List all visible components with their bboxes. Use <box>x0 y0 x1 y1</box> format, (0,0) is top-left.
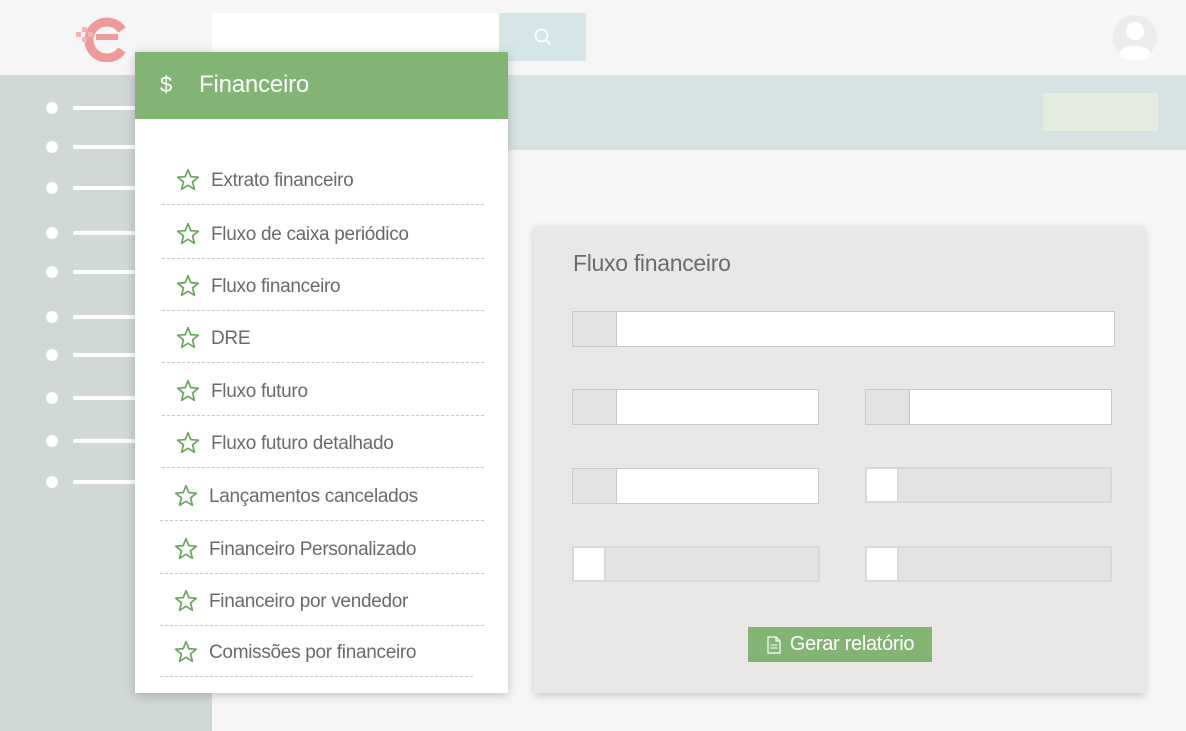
bullet-icon <box>46 141 58 153</box>
dollar-icon: $ <box>160 72 173 97</box>
logo-icon[interactable] <box>72 16 132 62</box>
report-field-2[interactable] <box>572 389 819 425</box>
star-icon[interactable] <box>173 483 199 509</box>
star-icon[interactable] <box>175 221 201 247</box>
star-icon[interactable] <box>175 430 201 456</box>
star-icon[interactable] <box>175 325 201 351</box>
sidebar-item[interactable] <box>46 434 153 447</box>
sidebar-item[interactable] <box>46 348 153 361</box>
bullet-icon <box>46 435 58 447</box>
menu-item-label: Financeiro por vendedor <box>209 591 409 612</box>
star-icon[interactable] <box>175 273 201 299</box>
report-select-1[interactable] <box>865 467 1112 503</box>
report-card <box>534 226 1145 693</box>
financeiro-menu: $ Financeiro Extrato financeiro Fluxo de… <box>135 52 508 693</box>
menu-item-label: Lançamentos cancelados <box>209 486 418 507</box>
star-icon[interactable] <box>173 588 199 614</box>
star-icon[interactable] <box>175 378 201 404</box>
star-icon[interactable] <box>175 167 201 193</box>
bullet-icon <box>46 102 58 114</box>
sidebar-item[interactable] <box>46 391 153 404</box>
menu-item-label: Comissões por financeiro <box>209 642 417 663</box>
report-field-4[interactable] <box>572 468 819 504</box>
sidebar-item[interactable] <box>46 226 153 239</box>
field-prefix <box>573 469 617 503</box>
report-field-1[interactable] <box>572 311 1115 347</box>
menu-item-lancamentos-cancelados[interactable]: Lançamentos cancelados <box>160 469 484 521</box>
user-avatar-icon[interactable] <box>1112 14 1158 60</box>
select-toggle[interactable] <box>867 548 899 580</box>
report-title: Fluxo financeiro <box>573 250 731 276</box>
menu-item-label: Fluxo futuro <box>211 381 308 402</box>
menu-item-fluxo-futuro[interactable]: Fluxo futuro <box>162 364 484 416</box>
menu-item-financeiro-por-vendedor[interactable]: Financeiro por vendedor <box>160 574 484 626</box>
report-select-2[interactable] <box>572 546 820 582</box>
star-icon[interactable] <box>173 536 199 562</box>
search-icon <box>534 28 551 46</box>
generate-report-label: Gerar relatório <box>789 633 915 655</box>
menu-item-label: Fluxo futuro detalhado <box>211 433 394 454</box>
document-icon <box>767 635 781 654</box>
menu-item-fluxo-futuro-detalhado[interactable]: Fluxo futuro detalhado <box>162 416 484 468</box>
sidebar-item[interactable] <box>46 475 153 488</box>
menu-item-extrato-financeiro[interactable]: Extrato financeiro <box>162 153 484 205</box>
sidebar-item[interactable] <box>46 140 153 153</box>
bullet-icon <box>46 392 58 404</box>
sidebar-item[interactable] <box>46 181 153 194</box>
report-field-3[interactable] <box>865 389 1112 425</box>
bullet-icon <box>46 266 58 278</box>
bullet-icon <box>46 476 58 488</box>
sidebar-item[interactable] <box>46 310 153 323</box>
menu-item-label: Extrato financeiro <box>211 170 354 191</box>
menu-title: Financeiro <box>199 71 310 98</box>
menu-item-label: Fluxo financeiro <box>211 276 341 297</box>
menu-item-label: DRE <box>211 328 251 349</box>
bullet-icon <box>46 349 58 361</box>
header-action-button[interactable] <box>1043 93 1158 131</box>
sidebar-item[interactable] <box>46 265 153 278</box>
menu-item-label: Financeiro Personalizado <box>209 539 417 560</box>
menu-item-fluxo-financeiro[interactable]: Fluxo financeiro <box>162 259 484 311</box>
bullet-icon <box>46 182 58 194</box>
bullet-icon <box>46 311 58 323</box>
select-toggle[interactable] <box>867 469 899 501</box>
sidebar-item[interactable] <box>46 101 153 114</box>
menu-item-label: Fluxo de caixa periódico <box>211 224 409 245</box>
search-button[interactable] <box>499 13 586 61</box>
menu-header[interactable]: $ Financeiro <box>135 52 508 119</box>
menu-item-comissoes-por-financeiro[interactable]: Comissões por financeiro <box>160 625 473 677</box>
menu-item-dre[interactable]: DRE <box>162 311 484 363</box>
report-select-3[interactable] <box>865 546 1112 582</box>
bullet-icon <box>46 227 58 239</box>
menu-item-fluxo-de-caixa-periodico[interactable]: Fluxo de caixa periódico <box>162 207 484 259</box>
field-prefix <box>573 390 617 424</box>
field-prefix <box>866 390 910 424</box>
menu-item-financeiro-personalizado[interactable]: Financeiro Personalizado <box>160 522 484 574</box>
star-icon[interactable] <box>173 639 199 665</box>
field-prefix <box>573 312 617 346</box>
generate-report-button[interactable]: Gerar relatório <box>748 627 932 662</box>
select-toggle[interactable] <box>574 548 606 580</box>
